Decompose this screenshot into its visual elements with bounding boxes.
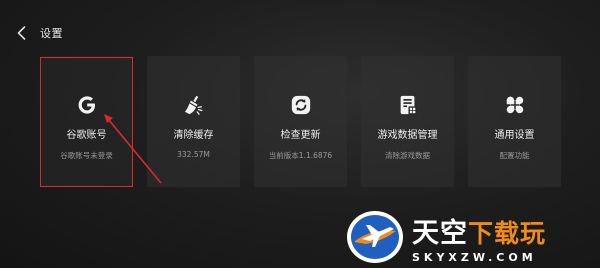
card-label: 谷歌账号: [66, 130, 107, 141]
document-grid-icon: [395, 92, 421, 118]
watermark-brand-main: 天空: [412, 217, 468, 249]
watermark: 天空 下载玩 SKYXZW.COM: [344, 208, 596, 266]
header: 设置: [12, 22, 63, 44]
refresh-icon: [288, 92, 314, 118]
check-update-card[interactable]: 检查更新 当前版本1.1.6876: [254, 56, 347, 187]
google-account-card[interactable]: 谷歌账号 谷歌账号未登录: [40, 56, 133, 187]
watermark-logo-icon: [347, 211, 403, 263]
settings-grid: 谷歌账号 谷歌账号未登录 清除缓存 332.57M 检查更新 当前版本1.1.6…: [40, 56, 561, 187]
game-data-card[interactable]: 游戏数据管理 清除游戏数据: [361, 56, 454, 187]
card-label: 游戏数据管理: [377, 130, 438, 141]
broom-icon: [181, 92, 207, 118]
back-arrow-icon[interactable]: [12, 22, 30, 44]
card-subtitle: 配置功能: [499, 151, 530, 160]
four-petal-icon: [502, 92, 528, 118]
card-label: 检查更新: [280, 130, 321, 141]
card-subtitle: 332.57M: [177, 150, 210, 159]
card-subtitle: 谷歌账号未登录: [60, 151, 113, 160]
watermark-brand-accent: 下载玩: [468, 218, 547, 248]
google-g-icon: [74, 92, 100, 118]
card-label: 清除缓存: [173, 130, 214, 141]
general-settings-card[interactable]: 通用设置 配置功能: [468, 56, 561, 187]
clear-cache-card[interactable]: 清除缓存 332.57M: [147, 56, 240, 187]
watermark-url: SKYXZW.COM: [412, 250, 537, 264]
page-title: 设置: [40, 27, 63, 40]
card-subtitle: 清除游戏数据: [385, 151, 430, 160]
card-label: 通用设置: [494, 130, 535, 141]
card-subtitle: 当前版本1.1.6876: [268, 151, 333, 160]
